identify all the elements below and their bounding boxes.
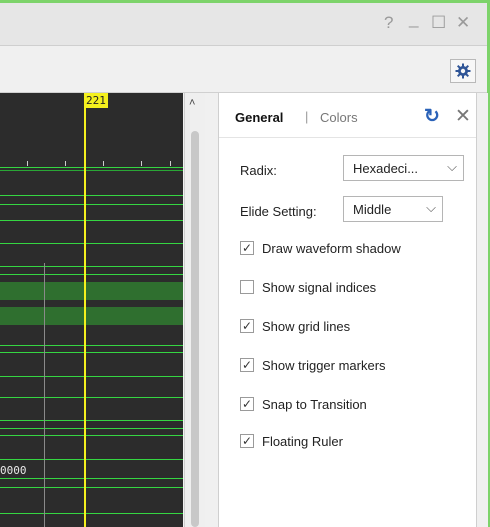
signal-value-text: 0000: [0, 464, 27, 477]
option-row[interactable]: ✓ Draw waveform shadow: [240, 239, 401, 257]
ruler-tick: [27, 161, 28, 166]
signal-trace[interactable]: [0, 478, 183, 479]
cursor-marker-label[interactable]: 221: [84, 93, 108, 108]
option-label: Show grid lines: [262, 318, 351, 334]
option-label: Draw waveform shadow: [262, 240, 401, 256]
ruler-line: [0, 170, 183, 171]
signal-bus-highlight[interactable]: [0, 307, 183, 325]
signal-trace[interactable]: [0, 487, 183, 488]
ruler-line: [0, 167, 183, 168]
cursor-line[interactable]: [84, 103, 86, 527]
option-checkbox[interactable]: ✓: [240, 241, 254, 255]
signal-trace[interactable]: [0, 243, 183, 244]
help-icon[interactable]: ?: [384, 13, 393, 33]
signal-trace[interactable]: [0, 513, 183, 514]
minimize-icon[interactable]: _: [409, 9, 418, 29]
signal-trace[interactable]: [0, 274, 183, 275]
panel-splitter[interactable]: [205, 93, 218, 527]
option-row[interactable]: Show signal indices: [240, 278, 376, 296]
signal-trace[interactable]: [0, 195, 183, 196]
grid-line: [44, 263, 45, 527]
toolbar: [0, 46, 487, 93]
radix-select-value: Hexadeci...: [353, 161, 419, 176]
chevron-down-icon: ⌵: [426, 200, 436, 215]
option-label: Show signal indices: [262, 279, 377, 295]
title-bar: ? _ ☐ ✕: [0, 3, 487, 46]
option-checkbox[interactable]: ✓: [240, 434, 254, 448]
option-label: Snap to Transition: [262, 396, 367, 412]
option-checkbox[interactable]: [240, 280, 254, 294]
ruler-tick: [170, 161, 171, 166]
tab-separator: |: [305, 109, 309, 124]
elide-setting-value: Middle: [353, 202, 392, 217]
signal-trace[interactable]: [0, 420, 183, 421]
option-label: Floating Ruler: [262, 433, 343, 449]
option-row[interactable]: ✓ Show trigger markers: [240, 356, 386, 374]
panel-edge: [476, 93, 488, 527]
option-checkbox[interactable]: ✓: [240, 358, 254, 372]
radix-label: Radix:: [240, 163, 277, 178]
option-label: Show trigger markers: [262, 357, 386, 373]
signal-bus-highlight[interactable]: [0, 282, 183, 300]
gear-icon: [455, 63, 471, 79]
signal-trace[interactable]: [0, 220, 183, 221]
scroll-up-icon[interactable]: ˄: [189, 97, 195, 109]
signal-trace[interactable]: [0, 459, 183, 460]
refresh-icon[interactable]: ↻: [424, 105, 440, 128]
settings-panel: General | Colors ↻ ✕ Radix: Hexadeci... …: [218, 93, 477, 527]
tab-general[interactable]: General: [235, 110, 283, 125]
signal-trace[interactable]: [0, 428, 183, 429]
tab-colors[interactable]: Colors: [320, 110, 358, 125]
scrollbar-thumb[interactable]: [191, 131, 199, 527]
close-icon[interactable]: ✕: [455, 105, 471, 128]
signal-trace[interactable]: [0, 266, 183, 267]
maximize-icon[interactable]: ☐: [431, 13, 446, 33]
signal-trace[interactable]: [0, 435, 183, 436]
option-row[interactable]: ✓ Show grid lines: [240, 317, 350, 335]
option-checkbox[interactable]: ✓: [240, 397, 254, 411]
vertical-scrollbar[interactable]: ˄: [184, 93, 205, 527]
signal-trace[interactable]: [0, 397, 183, 398]
chevron-down-icon: ⌵: [447, 159, 457, 174]
ruler-tick: [65, 161, 66, 166]
option-row[interactable]: ✓ Floating Ruler: [240, 432, 343, 450]
radix-select[interactable]: Hexadeci... ⌵: [343, 155, 464, 181]
option-checkbox[interactable]: ✓: [240, 319, 254, 333]
signal-trace[interactable]: [0, 204, 183, 205]
signal-trace[interactable]: [0, 352, 183, 353]
elide-setting-label: Elide Setting:: [240, 204, 317, 219]
signal-trace[interactable]: [0, 345, 183, 346]
elide-setting-select[interactable]: Middle ⌵: [343, 196, 443, 222]
ruler-tick: [141, 161, 142, 166]
option-row[interactable]: ✓ Snap to Transition: [240, 395, 367, 413]
signal-trace[interactable]: [0, 376, 183, 377]
panel-tabs: General | Colors ↻ ✕: [219, 93, 477, 138]
close-window-icon[interactable]: ✕: [456, 13, 470, 33]
waveform-viewer[interactable]: 0000 221: [0, 93, 183, 527]
ruler-tick: [103, 161, 104, 166]
settings-button[interactable]: [450, 59, 476, 83]
